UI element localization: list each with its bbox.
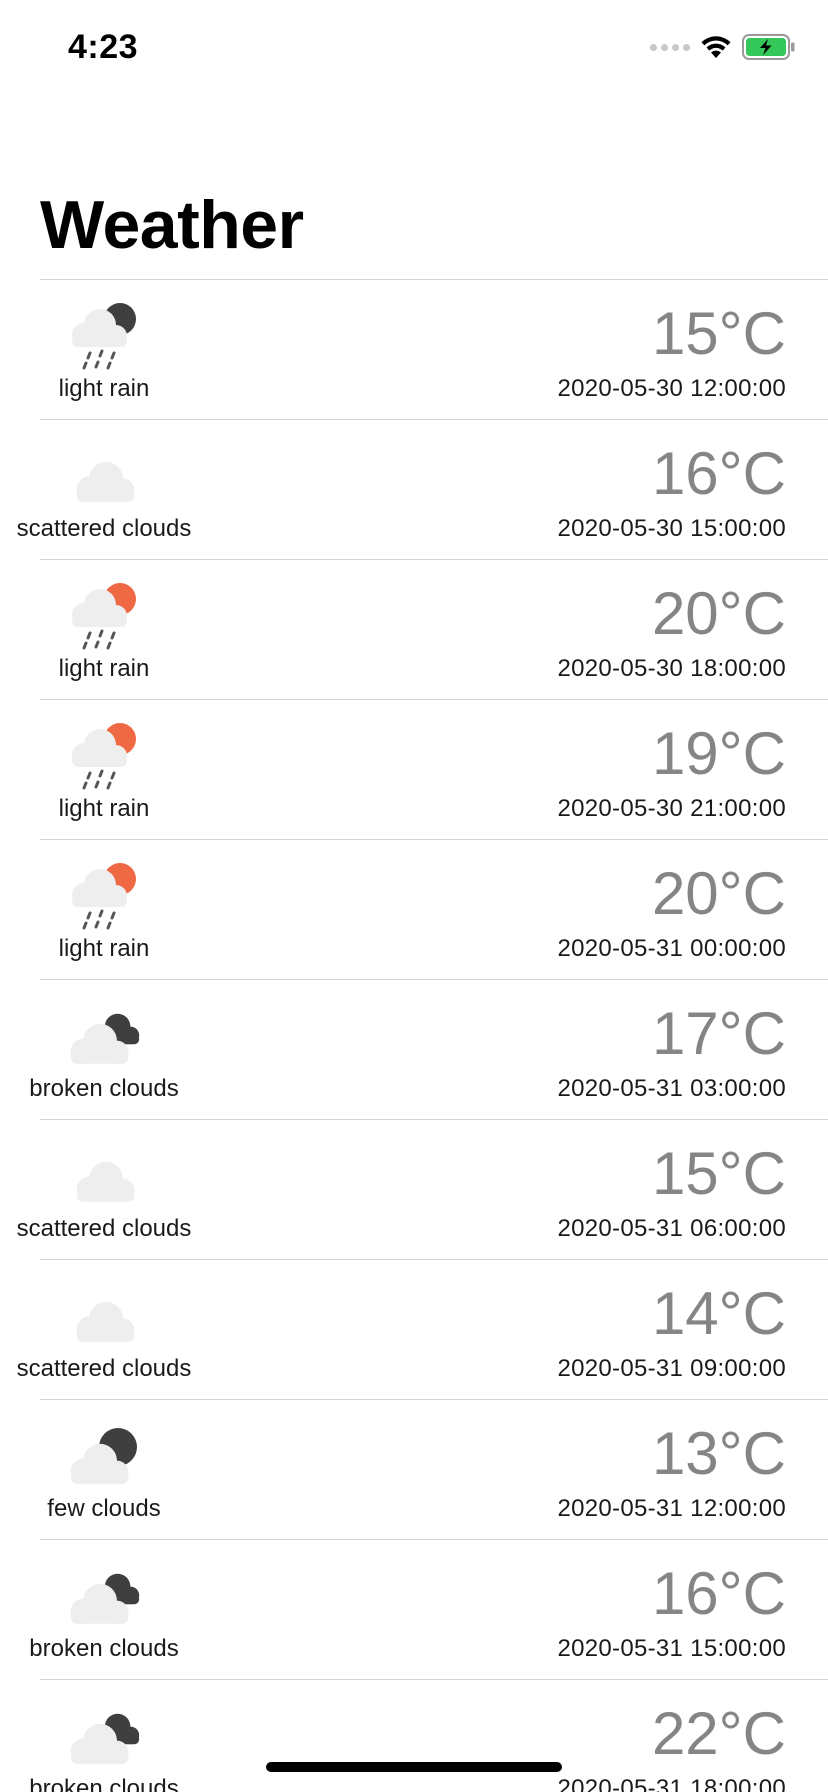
broken-clouds-icon [58,1559,150,1633]
row-separator [40,1539,828,1540]
few-clouds-night-icon [58,1419,150,1493]
row-separator [40,1119,828,1120]
forecast-list[interactable]: light rain 15°C 2020-05-30 12:00:00 scatte… [0,279,828,1792]
row-separator [40,699,828,700]
forecast-row[interactable]: broken clouds 16°C 2020-05-31 15:00:00 [0,1539,828,1679]
weather-screen: 4:23 Weather light rain 15°C 2020-05-30 … [0,0,828,1792]
forecast-row[interactable]: scattered clouds 15°C 2020-05-31 06:00:00 [0,1119,828,1259]
forecast-row[interactable]: few clouds 13°C 2020-05-31 12:00:00 [0,1399,828,1539]
forecast-datetime: 2020-05-31 00:00:00 [557,935,786,962]
temperature: 15°C [651,300,786,367]
forecast-row[interactable]: light rain 20°C 2020-05-30 18:00:00 [0,559,828,699]
broken-clouds-icon [58,1699,150,1773]
forecast-datetime: 2020-05-31 09:00:00 [557,1355,786,1382]
scattered-clouds-icon [58,1279,150,1353]
condition-label: few clouds [47,1495,161,1522]
forecast-datetime: 2020-05-31 15:00:00 [557,1635,786,1662]
forecast-datetime: 2020-05-31 03:00:00 [557,1075,786,1102]
condition-label: light rain [58,655,150,682]
row-separator [40,279,828,280]
forecast-row[interactable]: scattered clouds 14°C 2020-05-31 09:00:00 [0,1259,828,1399]
temperature: 16°C [651,1560,786,1627]
page-title: Weather [40,187,304,263]
scattered-clouds-icon [58,1139,150,1213]
forecast-row[interactable]: light rain 19°C 2020-05-30 21:00:00 [0,699,828,839]
forecast-datetime: 2020-05-30 18:00:00 [557,655,786,682]
condition-label: scattered clouds [16,1215,192,1242]
condition-label: broken clouds [29,1775,179,1792]
condition-label: scattered clouds [16,1355,192,1382]
forecast-datetime: 2020-05-31 06:00:00 [557,1215,786,1242]
status-time: 4:23 [68,28,139,66]
light-rain-night-icon [58,299,150,373]
condition-label: light rain [58,375,150,402]
temperature: 13°C [651,1420,786,1487]
forecast-row[interactable]: broken clouds 17°C 2020-05-31 03:00:00 [0,979,828,1119]
scattered-clouds-icon [58,439,150,513]
condition-label: broken clouds [29,1635,179,1662]
forecast-row[interactable]: broken clouds 22°C 2020-05-31 18:00:00 [0,1679,828,1792]
broken-clouds-icon [58,999,150,1073]
row-separator [40,979,828,980]
forecast-datetime: 2020-05-31 12:00:00 [557,1495,786,1522]
temperature: 14°C [651,1280,786,1347]
forecast-datetime: 2020-05-31 18:00:00 [557,1775,786,1792]
condition-label: broken clouds [29,1075,179,1102]
status-icons [650,34,796,60]
temperature: 19°C [651,720,786,787]
condition-label: light rain [58,795,150,822]
temperature: 16°C [651,440,786,507]
forecast-row[interactable]: light rain 15°C 2020-05-30 12:00:00 [0,279,828,419]
forecast-row[interactable]: scattered clouds 16°C 2020-05-30 15:00:00 [0,419,828,559]
wifi-icon [700,34,732,60]
battery-charging-icon [742,34,796,60]
row-separator [40,559,828,560]
temperature: 15°C [651,1140,786,1207]
light-rain-day-icon [58,719,150,793]
forecast-row[interactable]: light rain 20°C 2020-05-31 00:00:00 [0,839,828,979]
temperature: 20°C [651,580,786,647]
forecast-datetime: 2020-05-30 21:00:00 [557,795,786,822]
row-separator [40,1259,828,1260]
condition-label: light rain [58,935,150,962]
forecast-datetime: 2020-05-30 15:00:00 [557,515,786,542]
status-bar: 4:23 [0,0,828,100]
forecast-datetime: 2020-05-30 12:00:00 [557,375,786,402]
temperature: 17°C [651,1000,786,1067]
condition-label: scattered clouds [16,515,192,542]
temperature: 20°C [651,860,786,927]
row-separator [40,839,828,840]
row-separator [40,419,828,420]
light-rain-day-icon [58,579,150,653]
home-indicator[interactable] [266,1762,562,1772]
row-separator [40,1399,828,1400]
temperature: 22°C [651,1700,786,1767]
row-separator [40,1679,828,1680]
light-rain-day-icon [58,859,150,933]
cellular-signal-icon [650,43,690,51]
